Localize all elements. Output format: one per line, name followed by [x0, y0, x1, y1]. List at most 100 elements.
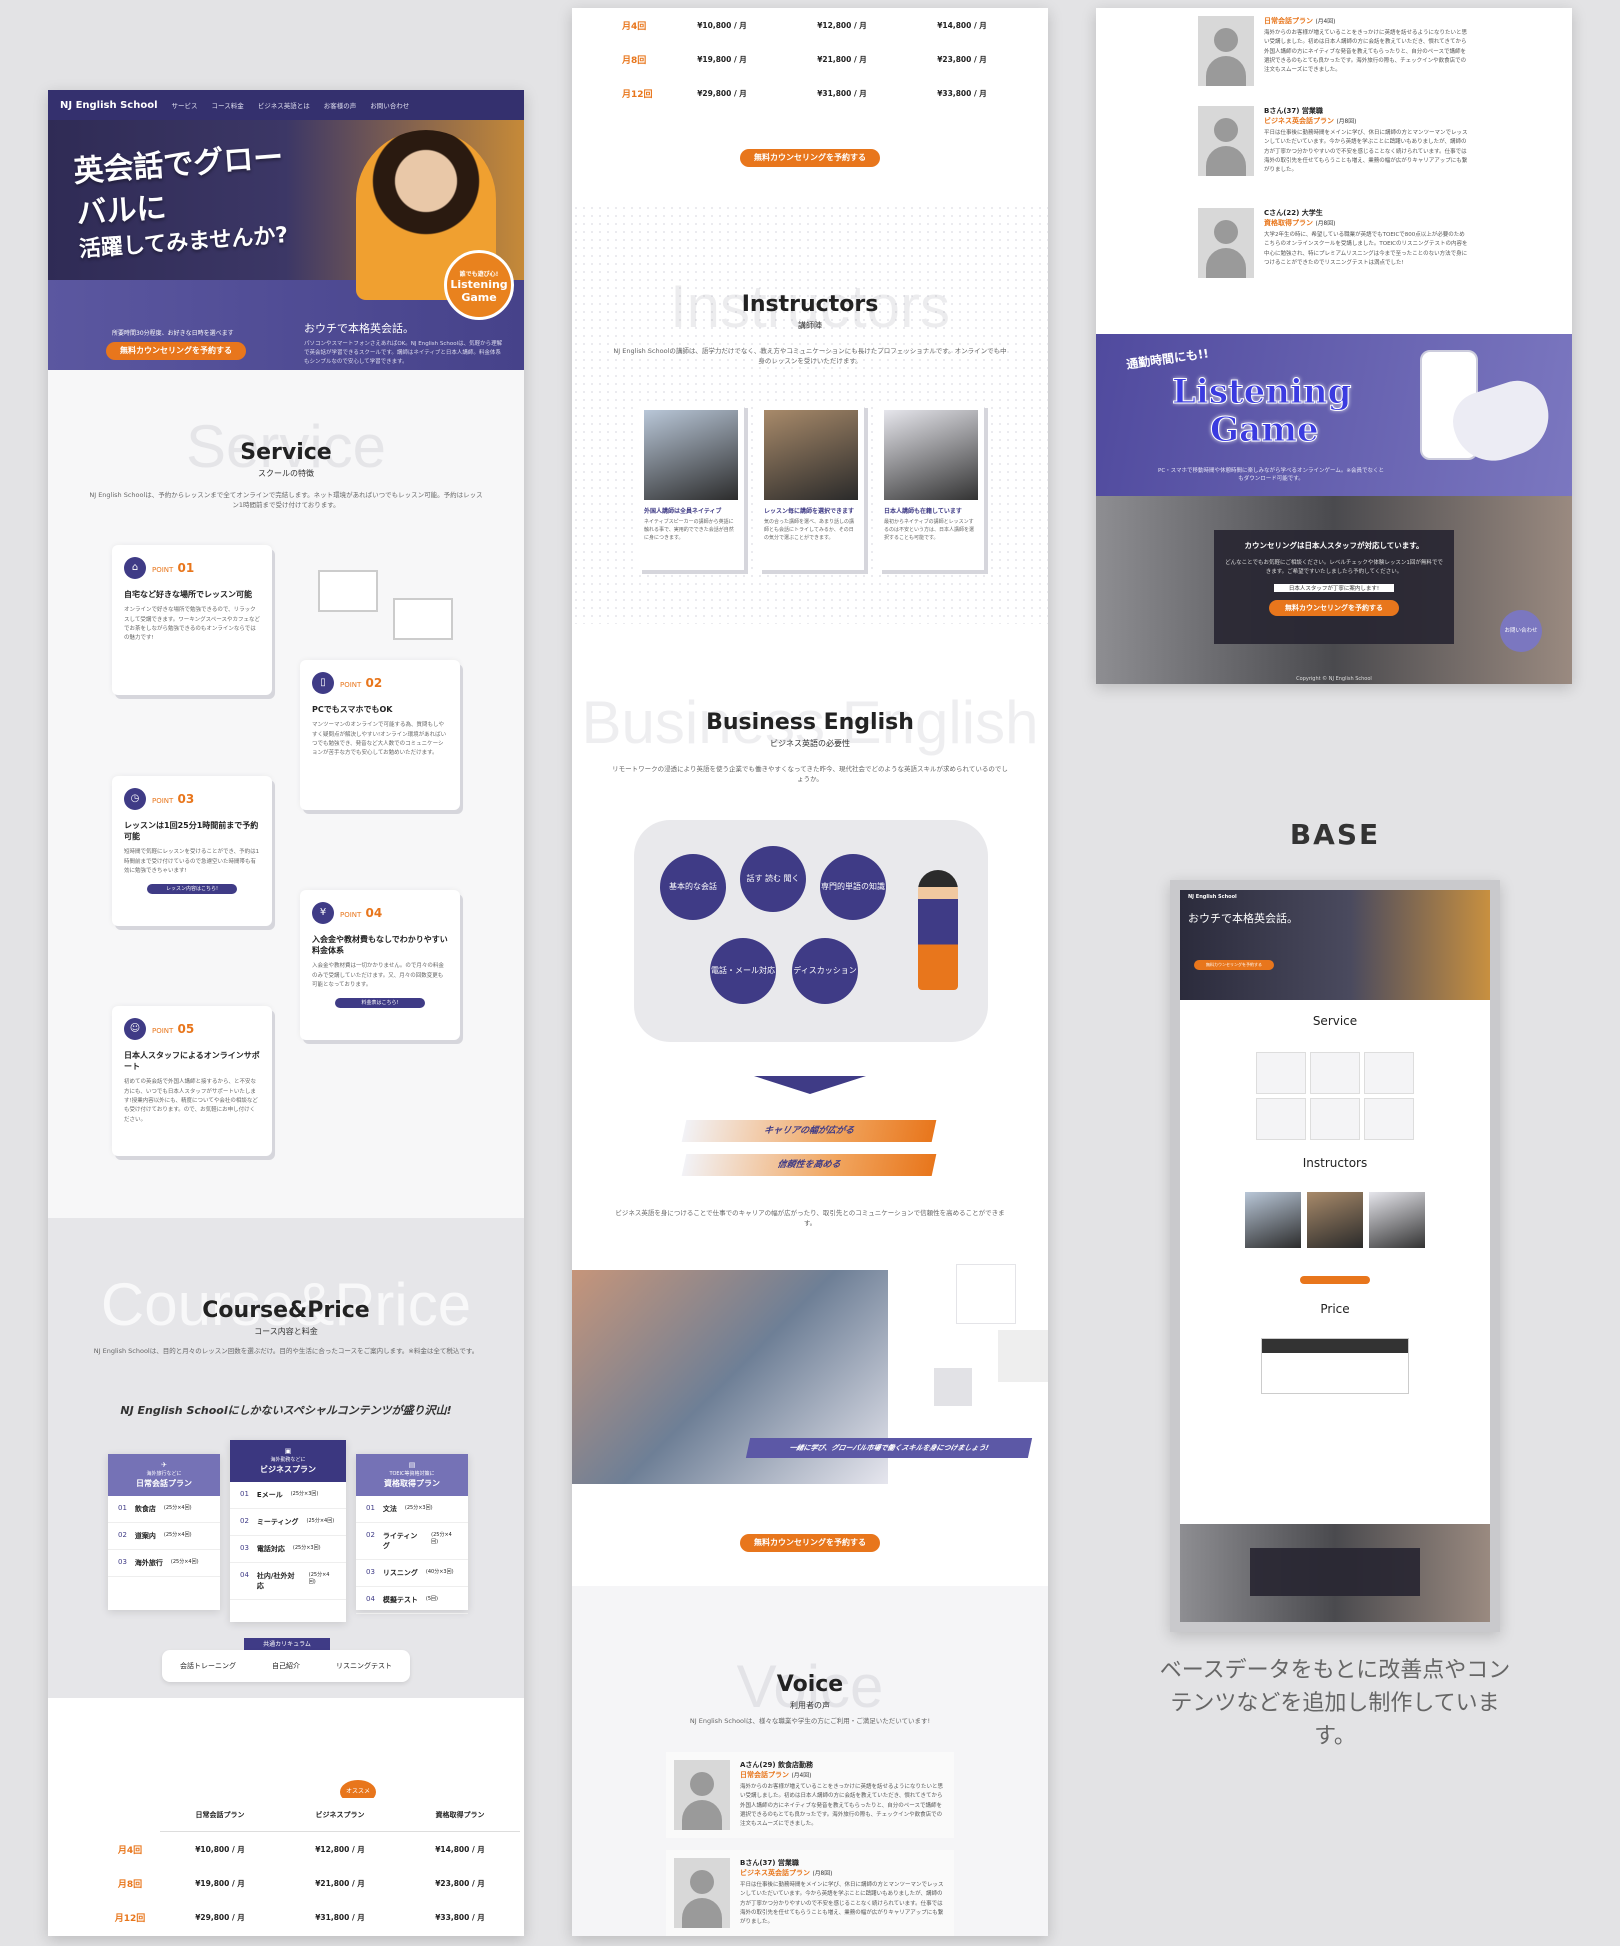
plan-small: 海外勤務などに — [270, 1456, 306, 1463]
nav-item-voice[interactable]: お客様の声 — [324, 100, 357, 110]
illust-person-1 — [318, 570, 378, 612]
clock-icon: ◷ — [124, 788, 146, 810]
plan-item: 01 飲食店 (25分×4回) — [108, 1496, 220, 1523]
voice-text: 平日は仕事後に勤務時間をメインに学び、休日に講師の方とマンツーマンでレッスンして… — [740, 1882, 944, 1926]
avatar-icon — [1198, 106, 1254, 176]
nav-item-service[interactable]: サービス — [172, 100, 198, 110]
support-desc: どんなことでもお気軽にご相談ください。レベルチェックや体験レッスン1回が無料でで… — [1225, 560, 1443, 576]
business-lead-2: ビジネス英語を身につけることで仕事でのキャリアの幅が広がったり、取引先とのコミュ… — [615, 1209, 1005, 1228]
voice-lead: NJ English Schoolは、様々な職業や学生の方にご利用・ご満足いただ… — [689, 1717, 931, 1725]
course-lead: NJ English Schoolは、目的と月々のレッスン回数を選ぶだけ。目的や… — [93, 1347, 479, 1355]
site-logo[interactable]: NJ English School — [60, 100, 158, 111]
certificate-icon: ▤ — [408, 1461, 416, 1469]
course-title: Course&Price — [202, 1298, 370, 1323]
listening-game-section[interactable]: 通勤時間にも!! Listening Game PC・スマホで移動時間や休憩時間… — [1096, 334, 1572, 496]
photo-caption: 一緒に学び、グローバル市場で働くスキルを身につけましょう! — [745, 1438, 1033, 1458]
listening-title-2: Game — [1210, 410, 1320, 451]
instructor-desc: 最初からネイティブの講師とレッスンするのは不安という方は、日本人講師を選択するこ… — [884, 519, 975, 541]
plan-name: ビジネスプラン — [260, 1465, 316, 1474]
design-column-2: 月4回 ¥10,800 / 月 ¥12,800 / 月 ¥14,800 / 月 月8回… — [572, 8, 1048, 1936]
business-subtitle: ビジネス英語の必要性 — [770, 739, 850, 748]
skill-bubble: 電話・メール対応 — [710, 938, 776, 1004]
avatar-icon — [674, 1858, 730, 1928]
plan-card-business[interactable]: ▣ 海外勤務などに ビジネスプラン 01 Eメール (25分×3回) 02 ミーティング(… — [230, 1440, 346, 1622]
voice-name: Bさん(37) 営業職 — [740, 1859, 799, 1867]
deco-square — [998, 1330, 1048, 1382]
voice-item-a: Aさん(29) 飲食店勤務 日常会話プラン (月4回) 海外からのお客様が増えている… — [666, 1752, 954, 1838]
voice-name: Aさん(29) 飲食店勤務 — [740, 1761, 813, 1769]
base-label: BASE — [1289, 818, 1381, 851]
point-desc: マンツーマンのオンラインで可能する為、質問もしやすく疑問点が解決しやすい!オンラ… — [312, 722, 447, 757]
voice-item-a-cont: 日常会話プラン (月4回) 海外からのお客様が増えていることをきっかけに英語を話せ… — [1190, 8, 1478, 94]
voice-plan: 日常会話プラン (月4回) — [1264, 17, 1336, 25]
point-number: POINT 01 — [152, 561, 195, 575]
voice-item-c: Cさん(22) 大学生 資格取得プラン (月8回) 大学2年生の時に、希望している職… — [1190, 200, 1478, 286]
skill-bubble: ディスカッション — [792, 938, 858, 1004]
hero-cta-button[interactable]: 無料カウンセリングを予約する — [106, 342, 246, 360]
lesson-detail-button[interactable]: レッスン内容はこちら! — [147, 884, 237, 895]
base-service-grid — [1180, 1052, 1490, 1140]
counseling-cta-button[interactable]: 無料カウンセリングを予約する — [740, 149, 880, 167]
plan-card-daily[interactable]: ✈ 海外旅行などに 日常会話プラン 01 飲食店 (25分×4回) 02 道案内 (25分×… — [108, 1454, 220, 1610]
skill-bubble: 基本的な会話 — [660, 854, 726, 920]
price-row: 月8回 ¥19,800 / 月 ¥21,800 / 月 ¥23,800 / 月 — [622, 54, 987, 66]
top-nav: NJ English School サービス コース料金 ビジネス英語とは お客… — [48, 90, 524, 120]
base-instructor-photos — [1180, 1192, 1490, 1248]
listening-game-badge[interactable]: 誰でも遊び心! Listening Game — [444, 250, 514, 320]
plan-item: 04 模擬テスト (5回) — [356, 1587, 468, 1614]
deco-square — [934, 1368, 972, 1406]
point-desc: オンラインで好きな場所で勉強できるので、リラックスして受講できます。ワーキングス… — [124, 607, 260, 642]
instructor-desc: ネイティブスピーカーの講師から英語に触れる事で、実用的でできた会話が自然に身につ… — [644, 519, 734, 541]
deco-square — [956, 1264, 1016, 1324]
instructor-card-2[interactable]: レッスン毎に講師を選択できます 気の合った講師を選べ、あまり話しの講師とも会話に… — [758, 404, 864, 570]
plan-item: 01 文法 (25分×3回) — [356, 1496, 468, 1523]
thinking-man-illustration — [918, 870, 958, 990]
ribbon-career: キャリアの幅が広がる — [681, 1120, 937, 1142]
point-desc: 初めての英会話で外国人講師と接するから、と不安な方にも、いつでも日本人スタッフが… — [124, 1079, 258, 1123]
down-arrow — [754, 1076, 866, 1094]
voice-title: Voice — [776, 1672, 844, 1697]
voice-item-b: Bさん(37) 営業職 ビジネス英会話プラン (月8回) 平日は仕事後に勤務時間をメ… — [666, 1850, 954, 1936]
support-tag: 日本人スタッフが丁寧に案内します! — [1274, 583, 1394, 592]
house-icon: ⌂ — [124, 557, 146, 579]
base-hero-cta: 無料カウンセリングを予約する — [1194, 960, 1274, 970]
point-desc: 短時間で気軽にレッスンを受けることができ、予約は1時間前まで受け付けているので急… — [124, 849, 260, 875]
nav-item-contact[interactable]: お問い合わせ — [370, 100, 409, 110]
avatar-icon — [1198, 208, 1254, 278]
instructor-photo — [884, 410, 978, 500]
point-card-01: ⌂ POINT 01 自宅など好きな場所でレッスン可能 オンラインで好きな場所で勉… — [112, 545, 272, 695]
voice-name: Bさん(37) 営業職 — [1264, 107, 1323, 115]
base-caption: ベースデータをもとに改善点やコンテンツなどを追加し制作しています。 — [1159, 1658, 1511, 1749]
point-number: POINT 03 — [152, 792, 195, 806]
hero-section: 英会話でグローバルに 活躍してみませんか? 誰でも遊び心! Listening … — [48, 120, 524, 370]
point-title: PCでもスマホでもOK — [312, 705, 393, 714]
base-support — [1180, 1524, 1490, 1622]
avatar-icon — [674, 1760, 730, 1830]
contact-button[interactable]: お問い合わせ — [1500, 610, 1542, 652]
plan-item: 03 海外旅行 (25分×4回) — [108, 1550, 220, 1577]
plan-item: 02 道案内 (25分×4回) — [108, 1523, 220, 1550]
point-number: POINT 04 — [340, 906, 383, 920]
avatar-icon — [1198, 16, 1254, 86]
instructor-card-3[interactable]: 日本人講師も在籍しています 最初からネイティブの講師とレッスンするのは不安という… — [878, 404, 984, 570]
instructors-lead: NJ English Schoolの講師は、語学力だけでなく、教え方やコミュニケ… — [613, 347, 1007, 366]
plan-item: 02 ライティング (25分×4回) — [356, 1523, 468, 1560]
plan-card-license[interactable]: ▤ TOEIC等資格対策に 資格取得プラン 01 文法 (25分×3回) 02 ライティン… — [356, 1454, 468, 1614]
voice-text: 大学2年生の時に、希望している職業が英語でもTOEICで800点以上が必要のため… — [1264, 232, 1468, 267]
plan-small: 海外旅行などに — [146, 1470, 182, 1477]
support-cta-button[interactable]: 無料カウンセリングを予約する — [1269, 599, 1399, 616]
price-detail-button[interactable]: 料金表はこちら! — [335, 998, 425, 1009]
counseling-cta-button-2[interactable]: 無料カウンセリングを予約する — [740, 1534, 880, 1552]
nav-item-business[interactable]: ビジネス英語とは — [258, 100, 310, 110]
plan-item: 03 リスニング (40分×3回) — [356, 1560, 468, 1587]
nav-item-course[interactable]: コース料金 — [212, 100, 244, 110]
point-number: POINT 02 — [340, 676, 383, 690]
base-price-table — [1261, 1338, 1409, 1394]
voice-plan: ビジネス英会話プラン (月8回) — [1264, 117, 1357, 125]
instructor-title: レッスン毎に講師を選択できます — [764, 508, 855, 515]
point-title: 自宅など好きな場所でレッスン可能 — [124, 590, 252, 599]
common-item: リスニングテスト — [336, 1662, 392, 1670]
hero-note: 所要時間30分程度、お好きな日時を選べます — [112, 330, 234, 337]
instructor-card-1[interactable]: 外国人講師は全員ネイティブ ネイティブスピーカーの講師から英語に触れる事で、実用… — [638, 404, 744, 570]
common-item: 会話トレーニング — [180, 1662, 236, 1670]
